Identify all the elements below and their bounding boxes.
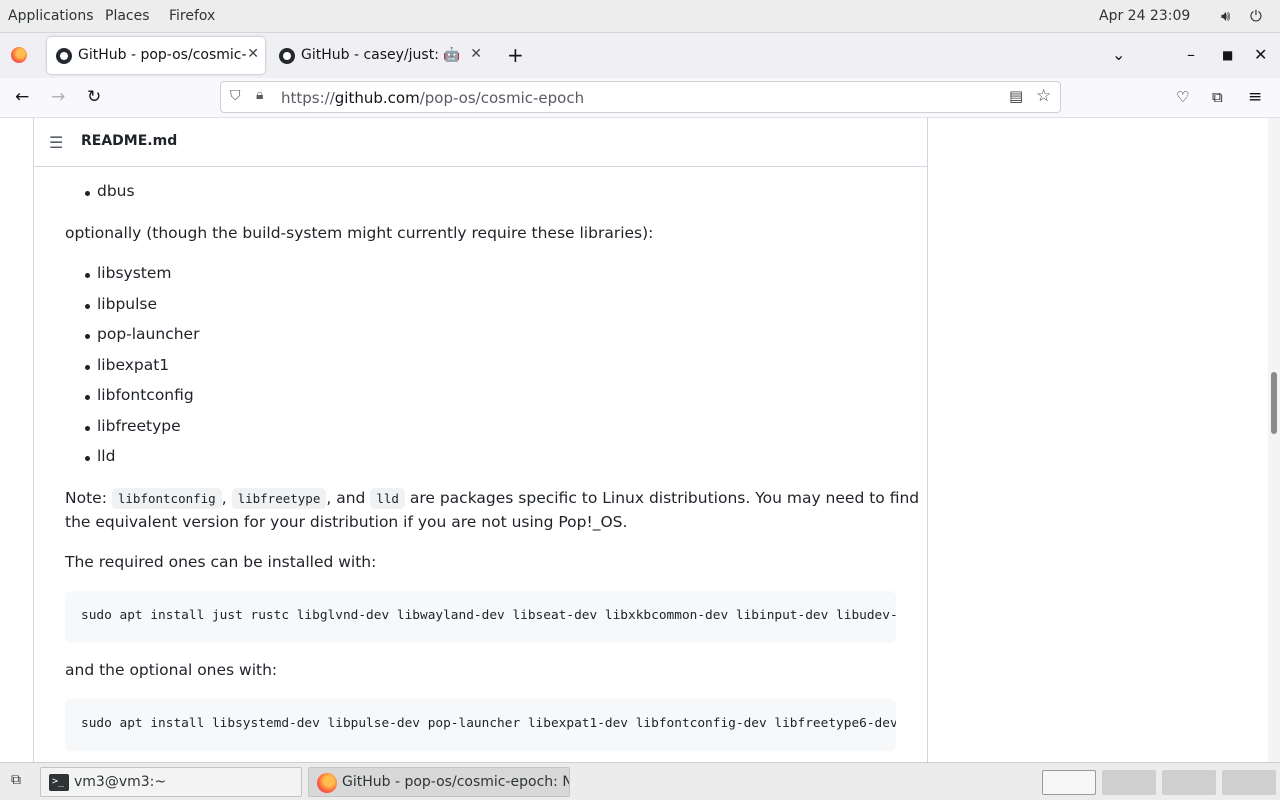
taskbar: ⧉ >_ vm3@vm3:~ GitHub - pop-os/cosmic-ep… [0, 762, 1280, 800]
outline-list-icon[interactable]: ☰ [49, 133, 63, 152]
tab-cosmic-epoch[interactable]: GitHub - pop-os/cosmic-epoch ✕ [47, 37, 265, 74]
maximize-icon[interactable]: ■ [1222, 48, 1233, 62]
firefox-logo-icon [11, 47, 27, 63]
list-item: libpulse [97, 295, 158, 313]
list-tabs-chevron-icon[interactable]: ⌄ [1112, 45, 1125, 64]
firefox-menu[interactable]: Firefox [169, 8, 215, 24]
optional-intro-text: optionally (though the build-system migh… [65, 224, 654, 242]
speaker-icon[interactable]: 🔊︎ [1221, 7, 1230, 25]
tab-strip: GitHub - pop-os/cosmic-epoch ✕ GitHub - … [0, 33, 1280, 78]
list-bullet [85, 334, 90, 339]
workspace-4[interactable] [1222, 770, 1276, 795]
list-item: libsystem [97, 264, 172, 282]
close-tab-icon[interactable]: ✕ [247, 46, 259, 62]
required-install-codeblock[interactable]: sudo apt install just rustc libglvnd-dev… [65, 591, 896, 643]
inline-code: lld [370, 488, 405, 509]
back-icon[interactable]: ← [15, 87, 29, 107]
tab-casey-just[interactable]: GitHub - casey/just: 🤖 Just ✕ [270, 37, 488, 74]
url-text[interactable]: https://github.com/pop-os/cosmic-epoch [281, 89, 584, 107]
places-menu[interactable]: Places [105, 8, 150, 24]
note-paragraph: Note: libfontconfig, libfreetype, and ll… [65, 488, 920, 509]
taskbar-firefox[interactable]: GitHub - pop-os/cosmic-epoch: N... [308, 767, 570, 797]
tracking-protection-shield-icon[interactable]: ⛉ [230, 88, 241, 104]
inline-code: libfreetype [231, 488, 327, 509]
inline-code: libfontconfig [111, 488, 222, 509]
list-item: dbus [97, 182, 135, 200]
app-menu-icon[interactable]: ≡ [1248, 87, 1262, 107]
list-item: libexpat1 [97, 356, 170, 374]
list-bullet [85, 395, 90, 400]
taskbar-terminal[interactable]: >_ vm3@vm3:~ [40, 767, 302, 797]
page-scrollbar[interactable] [1268, 118, 1280, 762]
clock[interactable]: Apr 24 23:09 [1099, 8, 1190, 24]
list-bullet [85, 273, 90, 278]
extensions-icon[interactable]: ⧉ [1212, 88, 1223, 106]
lock-icon[interactable]: 🔒︎ [256, 87, 263, 103]
list-bullet [85, 426, 90, 431]
system-top-bar: Applications Places Firefox Apr 24 23:09… [0, 0, 1280, 33]
pocket-icon[interactable]: ♡ [1176, 88, 1189, 106]
tab-title: GitHub - casey/just: 🤖 Just [301, 47, 459, 63]
workspace-2[interactable] [1102, 770, 1156, 795]
optional-install-codeblock[interactable]: sudo apt install libsystemd-dev libpulse… [65, 699, 896, 751]
minimize-icon[interactable]: – [1187, 45, 1195, 64]
tab-title: GitHub - pop-os/cosmic-epoch [78, 47, 246, 63]
navigation-toolbar: ← → ↻ ⛉ 🔒︎ https://github.com/pop-os/cos… [0, 78, 1280, 118]
readme-header: ☰ README.md [34, 118, 927, 167]
applications-menu[interactable]: Applications [8, 8, 94, 24]
reader-view-icon[interactable]: ▤ [1009, 87, 1023, 105]
optional-intro2-text: and the optional ones with: [65, 661, 278, 679]
list-bullet [85, 365, 90, 370]
code-text: sudo apt install libsystemd-dev libpulse… [81, 716, 896, 731]
firefox-icon [317, 773, 337, 793]
forward-icon[interactable]: → [51, 87, 65, 107]
power-icon[interactable]: ⏻ [1250, 7, 1262, 25]
terminal-icon: >_ [49, 774, 69, 791]
url-bar[interactable]: ⛉ 🔒︎ https://github.com/pop-os/cosmic-ep… [220, 81, 1061, 113]
note-paragraph-line2: the equivalent version for your distribu… [65, 513, 628, 531]
code-text: sudo apt install just rustc libglvnd-dev… [81, 608, 896, 623]
list-bullet [85, 456, 90, 461]
close-window-icon[interactable]: ✕ [1254, 45, 1267, 64]
list-item: pop-launcher [97, 325, 200, 343]
github-icon [56, 48, 72, 64]
show-desktop-icon[interactable]: ⧉ [11, 772, 21, 788]
github-icon [279, 48, 295, 64]
close-tab-icon[interactable]: ✕ [470, 46, 482, 62]
readme-panel: ☰ README.md udev dbus optionally (though… [33, 118, 928, 762]
required-intro-text: The required ones can be installed with: [65, 553, 377, 571]
reload-icon[interactable]: ↻ [87, 87, 101, 107]
bookmark-star-icon[interactable]: ☆ [1036, 86, 1051, 106]
readme-title: README.md [81, 133, 178, 149]
scrollbar-thumb[interactable] [1271, 372, 1277, 434]
list-item: libfreetype [97, 417, 181, 435]
list-item: lld [97, 447, 116, 465]
workspace-1[interactable] [1042, 770, 1096, 795]
list-item: libfontconfig [97, 386, 194, 404]
list-bullet [85, 304, 90, 309]
list-bullet [85, 191, 90, 196]
page-content: ☰ README.md udev dbus optionally (though… [0, 118, 1268, 762]
workspace-3[interactable] [1162, 770, 1216, 795]
new-tab-icon[interactable]: + [507, 43, 524, 67]
